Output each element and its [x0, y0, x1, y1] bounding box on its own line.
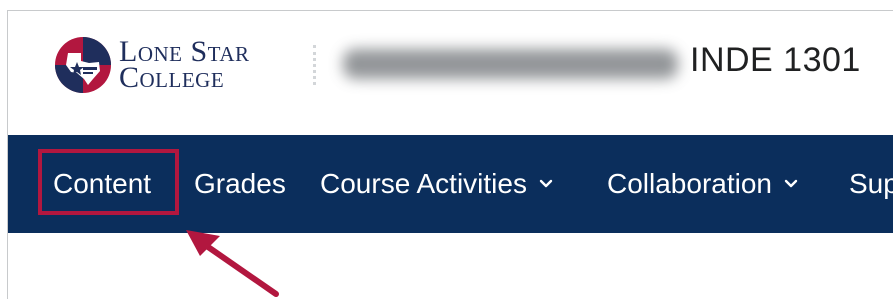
nav-item-label: Content	[53, 168, 152, 199]
logo-wordmark: Lone Star College	[119, 37, 250, 94]
nav-item-content[interactable]: Content	[53, 135, 151, 233]
logo-line-2: College	[119, 61, 225, 94]
nav-item-label: Sup	[849, 168, 893, 199]
course-code: INDE 1301	[690, 41, 861, 79]
lone-star-college-logo[interactable]: Lone Star College	[53, 33, 293, 99]
chevron-down-icon	[784, 179, 798, 189]
page-frame: Lone Star College INDE 1301 Content Grad…	[7, 10, 893, 299]
logo-mark-icon	[55, 37, 111, 93]
course-navbar: Content Grades Course Activities Collabo…	[8, 135, 893, 233]
course-name-redacted	[343, 49, 678, 79]
nav-item-collaboration[interactable]: Collaboration	[607, 135, 798, 233]
nav-item-support[interactable]: Sup	[849, 135, 893, 233]
nav-item-label: Course Activities	[320, 168, 527, 199]
chevron-down-icon	[539, 179, 553, 189]
nav-item-grades[interactable]: Grades	[194, 135, 286, 233]
page-header: Lone Star College INDE 1301	[8, 11, 893, 135]
annotation-arrow-icon	[186, 230, 279, 297]
nav-item-label: Collaboration	[607, 168, 772, 199]
nav-item-label: Grades	[194, 168, 286, 199]
nav-item-course-activities[interactable]: Course Activities	[320, 135, 553, 233]
header-divider	[313, 45, 316, 85]
